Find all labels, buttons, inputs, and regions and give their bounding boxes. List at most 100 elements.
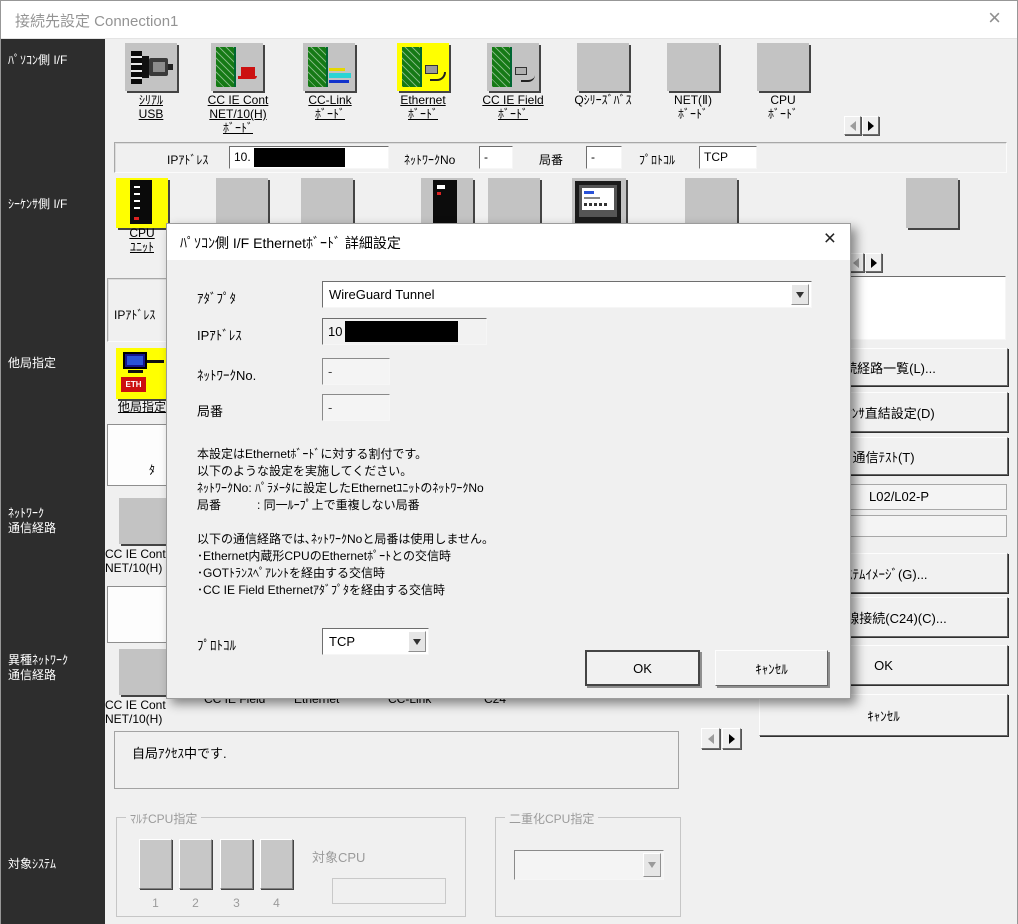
multi-cpu-slot-4-button — [260, 839, 293, 889]
cancel-button[interactable]: ｷｬﾝｾﾙ — [759, 694, 1008, 736]
blue-wire-shape — [329, 80, 349, 83]
pc-station-value: - — [591, 150, 595, 164]
plc-if-cpu-unit-label[interactable]: CPU ﾕﾆｯﾄ — [112, 226, 172, 254]
pc-ip-field: 10. — [229, 146, 389, 169]
pc-ip-label: IPｱﾄﾞﾚｽ — [167, 151, 208, 168]
dialog-ok-button[interactable]: OK — [585, 650, 700, 686]
transfer-setup-window: 接続先設定 Connection1 × ﾊﾟｿｺﾝ側 I/F ｼｰｹﾝｻ側 I/… — [0, 0, 1018, 924]
pc-if-serial-usb-label[interactable]: ｼﾘｱﾙ USB — [103, 93, 199, 121]
left-arrow-icon — [708, 734, 714, 744]
multi-cpu-slot-3-button — [220, 839, 253, 889]
dialog-protocol-label: ﾌﾟﾛﾄｺﾙ — [197, 635, 236, 654]
dialog-close-icon[interactable]: × — [824, 227, 836, 251]
got-screen-dashes — [584, 203, 608, 206]
pc-if-ethernet-label[interactable]: Ethernet ﾎﾞｰﾄﾞ — [375, 93, 471, 121]
pc-if-cc-link-label[interactable]: CC-Link ﾎﾞｰﾄﾞ — [282, 93, 378, 121]
status-scroll-right-button[interactable] — [722, 728, 741, 749]
plc-if-scroll-right-button[interactable] — [865, 253, 882, 272]
dialog-info-line: ﾈｯﾄﾜｰｸNo: ﾊﾟﾗﾒｰﾀに設定したEthernetﾕﾆｯﾄのﾈｯﾄﾜｰｸ… — [197, 479, 484, 496]
pc-if-scroll-right-button[interactable] — [862, 116, 879, 135]
usb-plug-inner — [153, 62, 165, 72]
sidebar-item-plc-if: ｼｰｹﾝｻ側 I/F — [8, 197, 67, 212]
plc-if-got-icon[interactable] — [572, 178, 626, 228]
pcb-board-shape — [216, 47, 236, 87]
pc-if-ethernet-icon[interactable] — [397, 43, 449, 91]
left-arrow-icon — [853, 258, 859, 268]
pc-if-cc-ie-cont-label[interactable]: CC IE Cont NET/10(H) ﾎﾞｰﾄﾞ — [190, 93, 286, 135]
pc-if-cc-ie-field-icon[interactable] — [487, 43, 539, 91]
pc-if-q-series-bus-icon[interactable] — [577, 43, 629, 91]
module-led — [437, 192, 441, 195]
sidebar: ﾊﾟｿｺﾝ側 I/F ｼｰｹﾝｻ側 I/F 他局指定 ﾈｯﾄﾜｰｸ 通信経路 異… — [1, 39, 105, 924]
dialog-ip-label: IPｱﾄﾞﾚｽ — [197, 325, 242, 344]
adapter-value: WireGuard Tunnel — [329, 287, 435, 302]
chevron-down-icon — [648, 862, 656, 868]
dialog-protocol-value: TCP — [329, 634, 355, 649]
comm-test-button-label: 通信ﾃｽﾄ(T) — [852, 447, 914, 466]
network-route-icon[interactable] — [119, 498, 167, 544]
dropdown-button — [643, 853, 661, 877]
pc-if-net2-board-icon[interactable] — [667, 43, 719, 91]
pc-protocol-value: TCP — [704, 150, 728, 164]
dialog-titlebar: ﾊﾟｿｺﾝ側 I/F Ethernetﾎﾞｰﾄﾞ 詳細設定 × — [167, 224, 850, 260]
pc-if-q-series-bus-label: Qｼﾘｰｽﾞﾊﾞｽ — [555, 93, 651, 107]
adapter-dropdown[interactable]: WireGuard Tunnel — [322, 281, 812, 308]
pc-network-no-label: ﾈｯﾄﾜｰｸNo — [404, 151, 455, 168]
dialog-info-line: 本設定はEthernetﾎﾞｰﾄﾞに対する割付です。 — [197, 445, 427, 462]
multi-cpu-group: ﾏﾙﾁCPU指定 1 2 3 4 対象CPU — [116, 817, 466, 917]
plc-if-item-icon[interactable] — [488, 178, 540, 228]
red-cable-shape — [238, 76, 257, 79]
pc-if-scroll-left-button[interactable] — [844, 116, 861, 135]
monitor-base — [128, 370, 143, 373]
dialog-cancel-button[interactable]: ｷｬﾝｾﾙ — [715, 650, 828, 686]
sidebar-item-target-system: 対象ｼｽﾃﾑ — [8, 857, 56, 872]
dialog-info-line: 以下のような設定を実施してください。 — [197, 462, 412, 479]
left-arrow-icon — [850, 121, 856, 131]
multi-cpu-slot-4-number: 4 — [260, 896, 293, 910]
pc-protocol-label: ﾌﾟﾛﾄｺﾙ — [639, 151, 675, 168]
dialog-ip-field[interactable]: 10 — [322, 318, 487, 345]
dropdown-button[interactable] — [408, 631, 426, 652]
dialog-title: ﾊﾟｿｺﾝ側 I/F Ethernetﾎﾞｰﾄﾞ 詳細設定 — [180, 233, 401, 253]
window-title: 接続先設定 Connection1 — [15, 10, 178, 31]
plc-if-module-icon[interactable] — [421, 178, 473, 228]
status-scroll-left-button[interactable] — [701, 728, 720, 749]
plc-if-item-icon[interactable] — [906, 178, 958, 228]
pc-if-cc-link-icon[interactable] — [303, 43, 355, 91]
dialog-protocol-dropdown[interactable]: TCP — [322, 628, 429, 655]
plc-if-item-icon[interactable] — [301, 178, 353, 228]
monitor-screen — [127, 356, 143, 365]
status-box: 自局ｱｸｾｽ中です. — [114, 731, 679, 789]
plc-if-item-icon[interactable] — [216, 178, 268, 228]
pc-if-cc-ie-cont-icon[interactable] — [211, 43, 263, 91]
cable-curve-shape — [430, 72, 446, 81]
right-arrow-icon — [729, 734, 735, 744]
sidebar-item-network-route: ﾈｯﾄﾜｰｸ 通信経路 — [8, 506, 56, 536]
pc-if-serial-usb-icon[interactable] — [125, 43, 177, 91]
status-message: 自局ｱｸｾｽ中です. — [132, 743, 227, 762]
target-cpu-label: 対象CPU — [312, 847, 365, 866]
eth-module-shape: ETH — [121, 377, 146, 392]
plc-if-cpu-unit-icon[interactable] — [116, 178, 168, 228]
other-station-icon[interactable]: ETH — [116, 348, 168, 399]
pc-if-cc-ie-field-label[interactable]: CC IE Field ﾎﾞｰﾄﾞ — [465, 93, 561, 121]
usb-stub — [168, 64, 173, 70]
window-close-icon[interactable]: × — [988, 5, 1001, 31]
plc-if-item-icon[interactable] — [685, 178, 737, 228]
dropdown-button[interactable] — [791, 284, 809, 305]
dialog-network-no-value: - — [328, 364, 332, 379]
monitor-shape — [123, 352, 147, 369]
multi-cpu-slot-1-button — [139, 839, 172, 889]
sidebar-item-hetero-route: 異種ﾈｯﾄﾜｰｸ 通信経路 — [8, 653, 68, 683]
got-screen-bar — [584, 191, 594, 194]
cable-curve-shape — [521, 75, 535, 82]
sidebar-item-other-station: 他局指定 — [8, 356, 56, 371]
dialog-info-line: ･GOTﾄﾗﾝｽﾍﾟｱﾚﾝﾄを経由する交信時 — [197, 564, 385, 581]
chevron-down-icon — [796, 292, 804, 298]
dialog-ip-value: 10 — [328, 324, 342, 339]
pc-if-cpu-board-icon[interactable] — [757, 43, 809, 91]
cable-shape — [147, 360, 164, 363]
hetero-route-icon[interactable] — [119, 649, 167, 695]
redaction-block — [254, 148, 345, 167]
got-screen — [582, 188, 614, 210]
